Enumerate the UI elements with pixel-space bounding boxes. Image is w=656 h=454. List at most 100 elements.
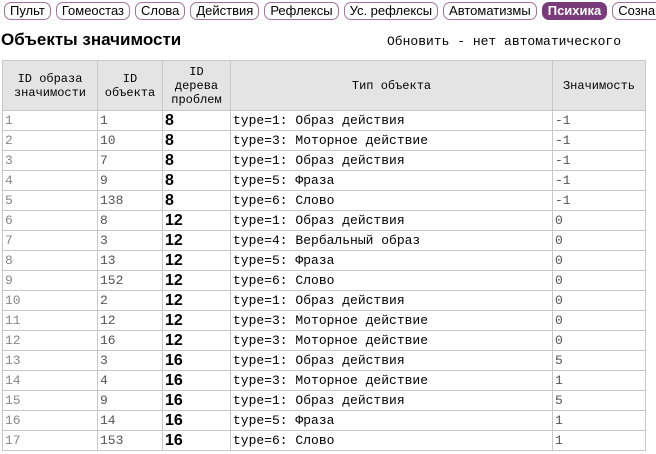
cell-image-id: 1: [2, 110, 98, 131]
cell-object-id: 4: [97, 370, 163, 391]
cell-tree-id: 12: [162, 290, 231, 311]
table-row: 6 8 12 type=1: Образ действия 0: [2, 210, 646, 231]
refresh-link[interactable]: Обновить - нет автоматического: [387, 34, 621, 49]
cell-object-type: type=5: Фраза: [230, 410, 553, 431]
cell-significance: 5: [552, 390, 646, 411]
cell-tree-id: 8: [162, 170, 231, 191]
cell-image-id: 2: [2, 130, 98, 151]
cell-object-id: 7: [97, 150, 163, 171]
cell-object-type: type=5: Фраза: [230, 170, 553, 191]
table-row: 3 7 8 type=1: Образ действия -1: [2, 150, 646, 171]
tab-actions[interactable]: Действия: [190, 2, 260, 20]
table-row: 16 14 16 type=5: Фраза 1: [2, 410, 646, 431]
cell-significance: -1: [552, 170, 646, 191]
cell-significance: 1: [552, 430, 646, 451]
col-header-type: Тип объекта: [230, 60, 553, 111]
table-row: 7 3 12 type=4: Вербальный образ 0: [2, 230, 646, 251]
cell-significance: 1: [552, 410, 646, 431]
table-row: 14 4 16 type=3: Моторное действие 1: [2, 370, 646, 391]
cell-object-type: type=1: Образ действия: [230, 150, 553, 171]
cell-object-type: type=3: Моторное действие: [230, 310, 553, 331]
cell-tree-id: 16: [162, 410, 231, 431]
cell-tree-id: 12: [162, 230, 231, 251]
cell-significance: 0: [552, 250, 646, 271]
tab-consciousness[interactable]: Сознание: [612, 2, 656, 20]
cell-significance: 0: [552, 210, 646, 231]
cell-object-type: type=6: Слово: [230, 430, 553, 451]
cell-object-type: type=6: Слово: [230, 270, 553, 291]
cell-image-id: 6: [2, 210, 98, 231]
cell-image-id: 16: [2, 410, 98, 431]
col-header-tree-id: ID дерева проблем: [162, 60, 231, 111]
cell-tree-id: 16: [162, 370, 231, 391]
cell-significance: 1: [552, 370, 646, 391]
cell-image-id: 4: [2, 170, 98, 191]
cell-object-id: 10: [97, 130, 163, 151]
table-row: 9 152 12 type=6: Слово 0: [2, 270, 646, 291]
col-header-image-id: ID образа значимости: [2, 60, 98, 111]
cell-significance: 0: [552, 310, 646, 331]
tab-pult[interactable]: Пульт: [4, 2, 51, 20]
cell-object-id: 3: [97, 230, 163, 251]
cell-image-id: 8: [2, 250, 98, 271]
cell-image-id: 12: [2, 330, 98, 351]
cell-object-type: type=1: Образ действия: [230, 350, 553, 371]
cell-significance: 5: [552, 350, 646, 371]
cell-tree-id: 12: [162, 250, 231, 271]
cell-image-id: 14: [2, 370, 98, 391]
cell-object-type: type=6: Слово: [230, 190, 553, 211]
table-row: 4 9 8 type=5: Фраза -1: [2, 170, 646, 191]
cell-significance: 0: [552, 270, 646, 291]
cell-tree-id: 16: [162, 390, 231, 411]
cell-object-id: 13: [97, 250, 163, 271]
tab-conditioned-reflexes[interactable]: Ус. рефлексы: [343, 2, 439, 20]
table-row: 12 16 12 type=3: Моторное действие 0: [2, 330, 646, 351]
cell-image-id: 5: [2, 190, 98, 211]
top-nav: Пульт Гомеостаз Слова Действия Рефлексы Ус. р…: [4, 2, 656, 21]
tab-reflexes[interactable]: Рефлексы: [264, 2, 339, 20]
tab-words[interactable]: Слова: [135, 2, 186, 20]
cell-object-type: type=3: Моторное действие: [230, 370, 553, 391]
table-header-row: ID образа значимости ID объекта ID дерева пр…: [2, 60, 646, 111]
cell-object-id: 153: [97, 430, 163, 451]
cell-tree-id: 8: [162, 190, 231, 211]
cell-object-type: type=1: Образ действия: [230, 110, 553, 131]
table-row: 2 10 8 type=3: Моторное действие -1: [2, 130, 646, 151]
significance-table: ID образа значимости ID объекта ID дерева пр…: [2, 60, 646, 451]
cell-image-id: 9: [2, 270, 98, 291]
cell-object-type: type=4: Вербальный образ: [230, 230, 553, 251]
cell-object-id: 9: [97, 390, 163, 411]
cell-image-id: 13: [2, 350, 98, 371]
cell-tree-id: 12: [162, 270, 231, 291]
cell-image-id: 17: [2, 430, 98, 451]
cell-image-id: 15: [2, 390, 98, 411]
cell-object-id: 16: [97, 330, 163, 351]
tab-homeostasis[interactable]: Гомеостаз: [55, 2, 131, 20]
cell-object-id: 1: [97, 110, 163, 131]
cell-significance: 0: [552, 230, 646, 251]
cell-tree-id: 12: [162, 310, 231, 331]
cell-significance: -1: [552, 130, 646, 151]
cell-object-type: type=3: Моторное действие: [230, 330, 553, 351]
col-header-significance: Значимость: [552, 60, 646, 111]
col-header-object-id: ID объекта: [97, 60, 163, 111]
cell-tree-id: 8: [162, 130, 231, 151]
tab-automatisms[interactable]: Автоматизмы: [443, 2, 537, 20]
cell-significance: 0: [552, 290, 646, 311]
cell-image-id: 3: [2, 150, 98, 171]
table-row: 15 9 16 type=1: Образ действия 5: [2, 390, 646, 411]
cell-significance: 0: [552, 330, 646, 351]
cell-object-type: type=1: Образ действия: [230, 290, 553, 311]
cell-object-id: 9: [97, 170, 163, 191]
table-row: 11 12 12 type=3: Моторное действие 0: [2, 310, 646, 331]
cell-tree-id: 16: [162, 350, 231, 371]
cell-tree-id: 12: [162, 210, 231, 231]
cell-image-id: 7: [2, 230, 98, 251]
tab-psyche[interactable]: Психика: [541, 2, 608, 20]
table-row: 1 1 8 type=1: Образ действия -1: [2, 110, 646, 131]
cell-object-id: 138: [97, 190, 163, 211]
table-row: 5 138 8 type=6: Слово -1: [2, 190, 646, 211]
cell-object-id: 2: [97, 290, 163, 311]
cell-tree-id: 16: [162, 430, 231, 451]
cell-significance: -1: [552, 190, 646, 211]
